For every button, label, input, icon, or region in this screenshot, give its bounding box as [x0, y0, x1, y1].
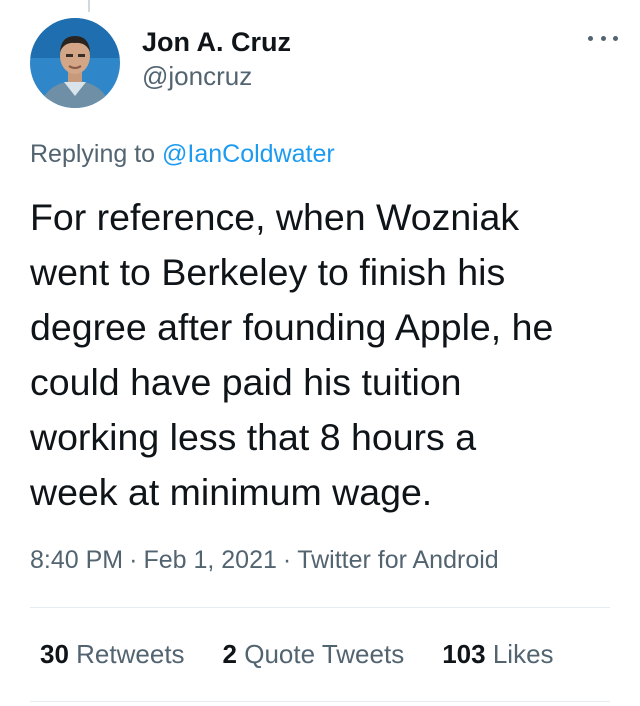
thread-connector-line	[88, 0, 90, 12]
tweet-metadata: 8:40 PM · Feb 1, 2021 · Twitter for Android	[30, 543, 499, 577]
tweet-header: Jon A. Cruz @joncruz	[30, 18, 618, 110]
more-options-icon[interactable]	[588, 26, 618, 50]
divider	[30, 607, 610, 608]
tweet-date[interactable]: Feb 1, 2021	[143, 546, 276, 574]
avatar[interactable]	[30, 18, 120, 108]
likes-count: 103	[442, 639, 486, 669]
likes-stat[interactable]: 103 Likes	[442, 636, 553, 672]
retweets-count: 30	[40, 639, 69, 669]
divider	[30, 701, 610, 702]
meta-separator: ·	[129, 546, 138, 574]
quote-tweets-stat[interactable]: 2 Quote Tweets	[223, 636, 405, 672]
tweet-text-line: For reference, when Wozniak	[30, 196, 520, 238]
replying-to-label: Replying to	[30, 140, 156, 168]
retweets-label: Retweets	[76, 639, 185, 669]
meta-separator: ·	[282, 546, 292, 574]
more-dot	[588, 35, 593, 41]
quote-tweets-label: Quote Tweets	[244, 639, 405, 669]
avatar-image	[30, 18, 120, 108]
tweet-text-line: went to Berkeley to finish his	[30, 251, 506, 293]
reply-mention-link[interactable]: @IanColdwater	[162, 140, 335, 168]
tweet-text-line: week at minimum wage.	[30, 471, 433, 513]
tweet-text-line: working less that 8 hours a	[30, 416, 477, 458]
author-handle[interactable]: @joncruz	[142, 60, 291, 92]
likes-label: Likes	[492, 639, 554, 669]
tweet-stats: 30 Retweets 2 Quote Tweets 103 Likes	[40, 636, 554, 672]
replying-to: Replying to @IanColdwater	[30, 138, 335, 170]
tweet-source-link[interactable]: Twitter for Android	[297, 546, 498, 574]
retweets-stat[interactable]: 30 Retweets	[40, 636, 185, 672]
tweet-text: For reference, when Wozniak went to Berk…	[30, 190, 620, 520]
quote-tweets-count: 2	[222, 639, 238, 669]
tweet-text-line: degree after founding Apple, he	[30, 306, 554, 348]
author-display-name[interactable]: Jon A. Cruz	[142, 26, 291, 58]
more-dot	[600, 35, 606, 41]
tweet-text-line: could have paid his tuition	[30, 361, 462, 403]
more-dot	[613, 35, 618, 41]
author-info: Jon A. Cruz @joncruz	[142, 26, 291, 92]
tweet-time[interactable]: 8:40 PM	[30, 546, 123, 574]
